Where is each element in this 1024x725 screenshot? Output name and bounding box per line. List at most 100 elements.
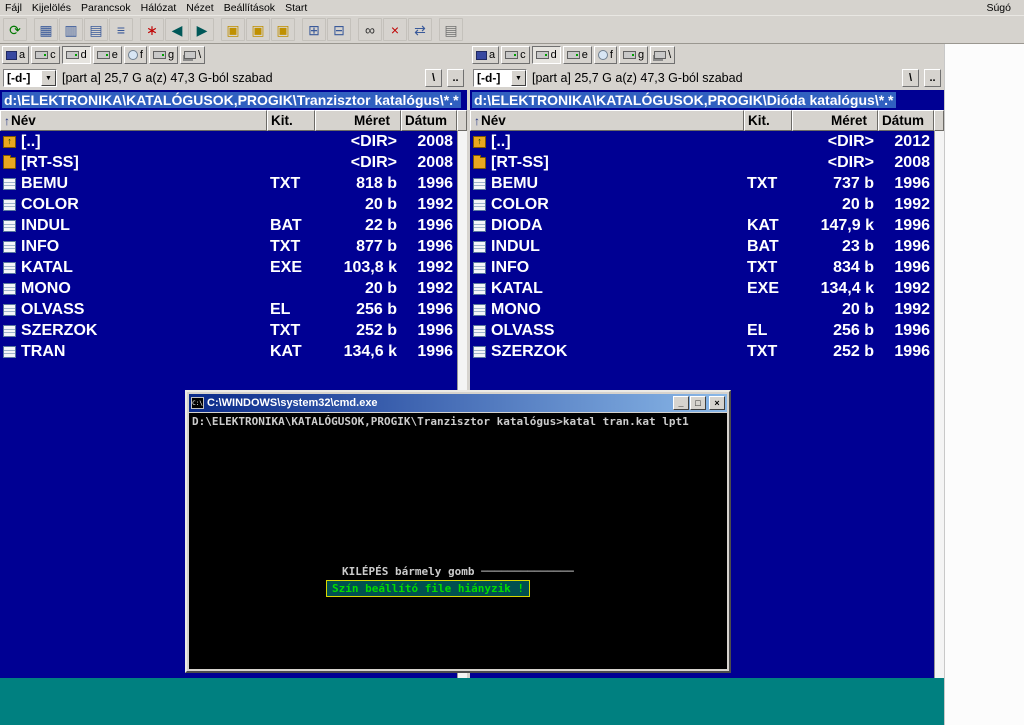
file-row[interactable]: INDUL BAT 23 b 1996 — [470, 236, 934, 257]
root-dir-button[interactable]: \ — [902, 69, 919, 87]
file-size: <DIR> — [350, 132, 397, 150]
file-row[interactable]: COLOR 20 b 1992 — [0, 194, 457, 215]
header-date[interactable]: Dátum — [401, 110, 457, 131]
root-dir-button[interactable]: \ — [425, 69, 442, 87]
file-row[interactable]: ↑ [..] <DIR> 2008 — [0, 131, 457, 152]
file-row[interactable]: BEMU TXT 818 b 1996 — [0, 173, 457, 194]
left-drive-combo[interactable]: [-d-] ▼ — [3, 69, 57, 87]
drive-button-f[interactable]: f — [593, 46, 617, 64]
sort-numeric-button[interactable]: ⊞ — [302, 18, 326, 41]
drive-letter: d — [80, 48, 87, 61]
close-button[interactable]: × — [709, 396, 725, 410]
up-dir-button[interactable]: .. — [447, 69, 464, 87]
file-row[interactable]: INDUL BAT 22 b 1996 — [0, 215, 457, 236]
menu-item-parancsok[interactable]: Parancsok — [76, 2, 136, 14]
drive-button-g[interactable]: g — [618, 46, 649, 64]
cdrom-icon — [127, 50, 138, 60]
cmd-title-bar[interactable]: C:\ C:\WINDOWS\system32\cmd.exe _ □ × — [189, 394, 727, 412]
cmd-window-title: C:\WINDOWS\system32\cmd.exe — [207, 397, 378, 409]
file-name-cell: [RT-SS] — [0, 154, 267, 172]
header-size[interactable]: Méret — [792, 110, 878, 131]
file-date: 1996 — [894, 216, 930, 234]
file-name: MONO — [491, 300, 541, 318]
file-row[interactable]: [RT-SS] <DIR> 2008 — [0, 152, 457, 173]
file-row[interactable]: OLVASS EL 256 b 1996 — [0, 299, 457, 320]
list-view-icon: ▤ — [89, 21, 103, 38]
file-row[interactable]: KATAL EXE 134,4 k 1992 — [470, 278, 934, 299]
forward-button[interactable]: ▶ — [190, 18, 214, 41]
thumbnails-view-button[interactable]: ▦ — [34, 18, 58, 41]
header-ext[interactable]: Kit. — [267, 110, 315, 131]
left-path-bar[interactable]: d:\ELEKTRONIKA\KATALÓGUSOK,PROGIK\Tranzi… — [0, 90, 467, 110]
drive-button-e[interactable]: e — [562, 46, 592, 64]
menu-item-halozat[interactable]: Hálózat — [136, 2, 182, 14]
right-path-bar[interactable]: d:\ELEKTRONIKA\KATALÓGUSOK,PROGIK\Dióda … — [470, 90, 944, 110]
header-date[interactable]: Dátum — [878, 110, 934, 131]
search-icon: ∞ — [365, 21, 375, 38]
file-name: [..] — [491, 132, 511, 150]
file-row[interactable]: MONO 20 b 1992 — [470, 299, 934, 320]
file-row[interactable]: KATAL EXE 103,8 k 1992 — [0, 257, 457, 278]
sync-dirs-button[interactable]: ⇄ — [408, 18, 432, 41]
file-row[interactable]: INFO TXT 877 b 1996 — [0, 236, 457, 257]
file-row[interactable]: INFO TXT 834 b 1996 — [470, 257, 934, 278]
header-ext[interactable]: Kit. — [744, 110, 792, 131]
file-row[interactable]: MONO 20 b 1992 — [0, 278, 457, 299]
pack-files-button[interactable]: ▣ — [221, 18, 245, 41]
chevron-down-icon[interactable]: ▼ — [511, 70, 526, 86]
header-size[interactable]: Méret — [315, 110, 401, 131]
file-icon — [3, 303, 16, 316]
file-row[interactable]: ↑ [..] <DIR> 2012 — [470, 131, 934, 152]
drive-button-c[interactable]: c — [31, 46, 60, 64]
header-name[interactable]: ↑ Név — [470, 110, 744, 131]
file-row[interactable]: COLOR 20 b 1992 — [470, 194, 934, 215]
console-output[interactable]: D:\ELEKTRONIKA\KATALÓGUSOK,PROGIK\Tranzi… — [189, 413, 727, 669]
drive-button-a[interactable]: a — [2, 46, 30, 64]
delete-button[interactable]: × — [383, 18, 407, 41]
maximize-button[interactable]: □ — [690, 396, 706, 410]
right-scrollbar[interactable] — [934, 131, 944, 678]
drive-button-c[interactable]: c — [501, 46, 530, 64]
tree-view-button[interactable]: ≡ — [109, 18, 133, 41]
menu-item-sugo[interactable]: Súgó — [981, 2, 1016, 14]
up-dir-button[interactable]: .. — [924, 69, 941, 87]
menu-item-start[interactable]: Start — [280, 2, 312, 14]
drive-button-network[interactable]: \ — [650, 46, 676, 64]
file-row[interactable]: BEMU TXT 737 b 1996 — [470, 173, 934, 194]
drive-button-g[interactable]: g — [148, 46, 179, 64]
drive-button-d[interactable]: d — [531, 46, 561, 64]
file-ext: EL — [270, 300, 291, 318]
cmd-window-controls: _ □ × — [673, 396, 725, 410]
menu-item-kijeloles[interactable]: Kijelölés — [27, 2, 76, 14]
drive-button-network[interactable]: \ — [180, 46, 206, 64]
refresh-button[interactable]: ⟳ — [3, 18, 27, 41]
file-row[interactable]: [RT-SS] <DIR> 2008 — [470, 152, 934, 173]
drive-button-d[interactable]: d — [61, 46, 91, 64]
file-row[interactable]: OLVASS EL 256 b 1996 — [470, 320, 934, 341]
toolbar-group: ∞ × ⇄ — [358, 18, 432, 41]
file-size: 20 b — [841, 195, 874, 213]
search-button[interactable]: ∞ — [358, 18, 382, 41]
minimize-button[interactable]: _ — [673, 396, 689, 410]
menu-item-nezet[interactable]: Nézet — [181, 2, 218, 14]
file-row[interactable]: DIODA KAT 147,9 k 1996 — [470, 215, 934, 236]
favorites-button[interactable]: ∗ — [140, 18, 164, 41]
sort-reverse-button[interactable]: ⊟ — [327, 18, 351, 41]
unpack-files-button[interactable]: ▣ — [246, 18, 270, 41]
right-drive-combo[interactable]: [-d-] ▼ — [473, 69, 527, 87]
menu-item-beallitasok[interactable]: Beállítások — [219, 2, 280, 14]
header-name[interactable]: ↑ Név — [0, 110, 267, 131]
drive-button-e[interactable]: e — [92, 46, 122, 64]
quick-view-button[interactable]: ▥ — [59, 18, 83, 41]
drive-button-a[interactable]: a — [472, 46, 500, 64]
menu-item-fajl[interactable]: Fájl — [0, 2, 27, 14]
file-row[interactable]: TRAN KAT 134,6 k 1996 — [0, 341, 457, 362]
list-view-button[interactable]: ▤ — [84, 18, 108, 41]
file-row[interactable]: SZERZOK TXT 252 b 1996 — [0, 320, 457, 341]
back-button[interactable]: ◀ — [165, 18, 189, 41]
notepad-button[interactable]: ▤ — [439, 18, 463, 41]
file-row[interactable]: SZERZOK TXT 252 b 1996 — [470, 341, 934, 362]
drive-button-f[interactable]: f — [123, 46, 147, 64]
test-archive-button[interactable]: ▣ — [271, 18, 295, 41]
chevron-down-icon[interactable]: ▼ — [41, 70, 56, 86]
